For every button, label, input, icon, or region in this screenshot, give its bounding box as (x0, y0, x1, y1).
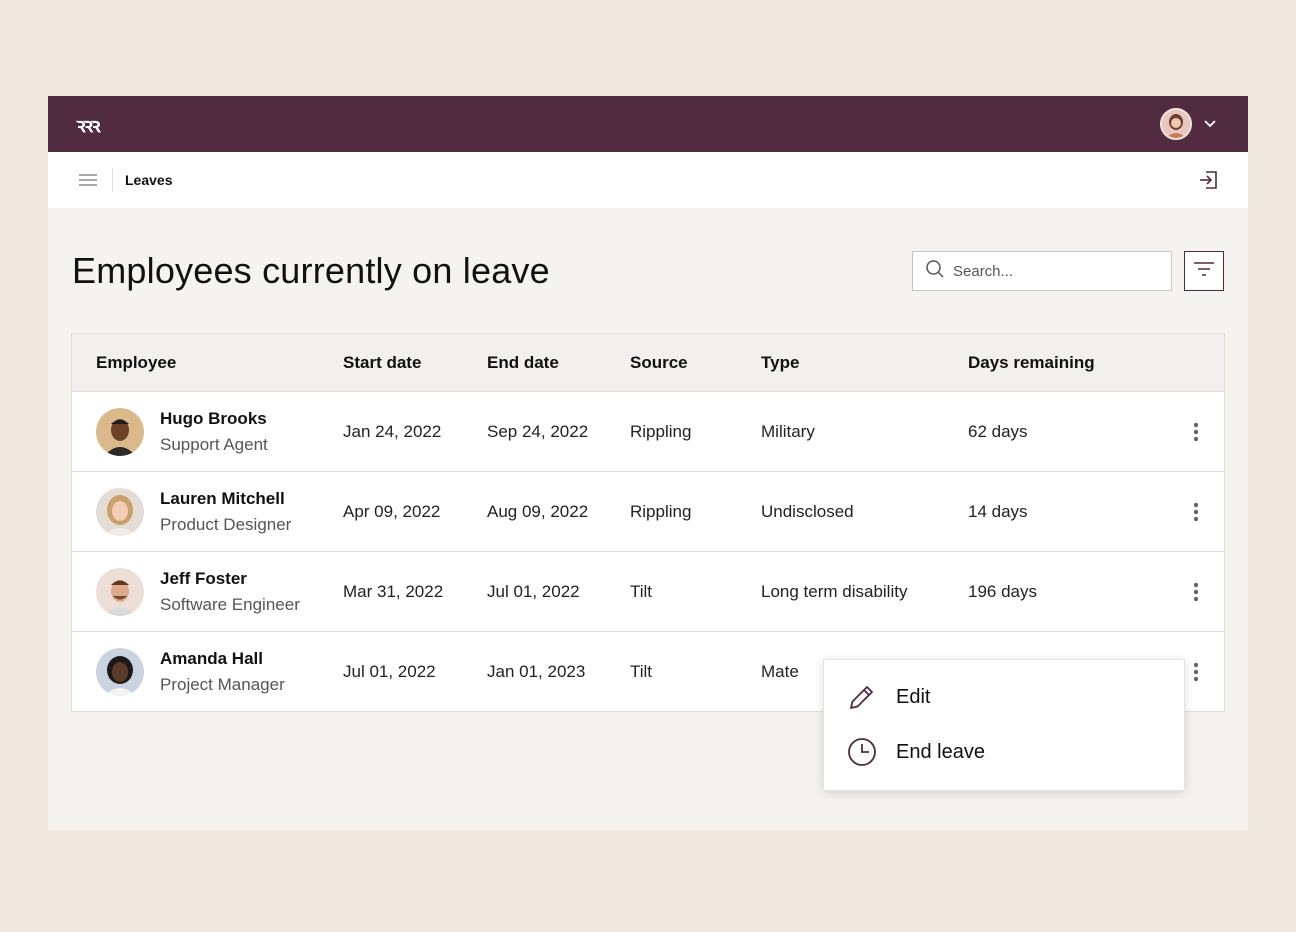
exit-icon[interactable] (1196, 168, 1220, 192)
employee-role: Support Agent (160, 434, 268, 454)
search-box[interactable] (912, 251, 1172, 291)
avatar (96, 567, 144, 616)
employee-role: Software Engineer (160, 594, 300, 614)
page-title: Employees currently on leave (72, 250, 550, 291)
avatar (96, 647, 144, 696)
row-actions-menu: Edit End leave (823, 659, 1185, 791)
menu-icon[interactable] (76, 168, 100, 192)
page-header: Employees currently on leave (72, 250, 1224, 291)
user-avatar[interactable] (1160, 108, 1192, 140)
table-row[interactable]: Jeff Foster Software Engineer Mar 31, 20… (72, 552, 1224, 632)
clock-icon (846, 736, 878, 768)
menu-item-edit[interactable]: Edit (846, 678, 1162, 716)
start-date: Jul 01, 2022 (343, 661, 436, 681)
app-window: ꝛꝛꝛ Leaves Employees currently on leave … (48, 96, 1248, 830)
breadcrumb[interactable]: Leaves (125, 172, 172, 188)
leave-type: Long term disability (761, 581, 908, 601)
col-end-date[interactable]: End date (487, 353, 630, 373)
col-days-remaining[interactable]: Days remaining (968, 353, 1168, 373)
filter-icon (1193, 261, 1215, 281)
more-options-icon[interactable] (1184, 580, 1208, 604)
source: Rippling (630, 421, 692, 441)
employee-name[interactable]: Amanda Hall (160, 649, 285, 669)
pencil-icon (846, 681, 878, 713)
col-type[interactable]: Type (761, 353, 968, 373)
end-date: Sep 24, 2022 (487, 421, 589, 441)
source: Tilt (630, 661, 653, 681)
source: Rippling (630, 501, 692, 521)
avatar (96, 407, 144, 456)
top-bar: ꝛꝛꝛ (48, 96, 1248, 152)
menu-item-label: End leave (896, 740, 985, 763)
source: Tilt (630, 581, 653, 601)
employee-name[interactable]: Lauren Mitchell (160, 489, 291, 509)
logo[interactable]: ꝛꝛꝛ (76, 111, 100, 138)
menu-item-end-leave[interactable]: End leave (846, 733, 1162, 771)
search-icon (925, 259, 945, 284)
filter-button[interactable] (1184, 251, 1224, 291)
end-date: Jul 01, 2022 (487, 581, 580, 601)
avatar (96, 487, 144, 536)
employee-role: Product Designer (160, 514, 292, 534)
divider (112, 168, 113, 192)
days-remaining: 14 days (968, 501, 1028, 521)
table-header: Employee Start date End date Source Type… (72, 334, 1224, 392)
col-employee[interactable]: Employee (72, 353, 343, 373)
start-date: Mar 31, 2022 (343, 581, 444, 601)
start-date: Jan 24, 2022 (343, 421, 442, 441)
chevron-down-icon[interactable] (1200, 114, 1220, 134)
more-options-icon[interactable] (1184, 660, 1208, 684)
start-date: Apr 09, 2022 (343, 501, 441, 521)
days-remaining: 62 days (968, 421, 1028, 441)
table-row[interactable]: Hugo Brooks Support Agent Jan 24, 2022 S… (72, 392, 1224, 472)
more-options-icon[interactable] (1184, 420, 1208, 444)
more-options-icon[interactable] (1184, 500, 1208, 524)
col-source[interactable]: Source (630, 353, 761, 373)
employee-role: Project Manager (160, 674, 285, 694)
days-remaining: 196 days (968, 581, 1037, 601)
end-date: Aug 09, 2022 (487, 501, 589, 521)
sub-bar: Leaves (48, 152, 1248, 208)
leave-type: Military (761, 421, 815, 441)
leave-type: Undisclosed (761, 501, 854, 521)
leaves-table: Employee Start date End date Source Type… (71, 333, 1225, 712)
col-start-date[interactable]: Start date (343, 353, 487, 373)
table-row[interactable]: Lauren Mitchell Product Designer Apr 09,… (72, 472, 1224, 552)
end-date: Jan 01, 2023 (487, 661, 586, 681)
menu-item-label: Edit (896, 685, 931, 708)
employee-name[interactable]: Hugo Brooks (160, 409, 268, 429)
search-input[interactable] (953, 262, 1153, 280)
user-menu[interactable] (1160, 108, 1220, 140)
employee-name[interactable]: Jeff Foster (160, 569, 300, 589)
